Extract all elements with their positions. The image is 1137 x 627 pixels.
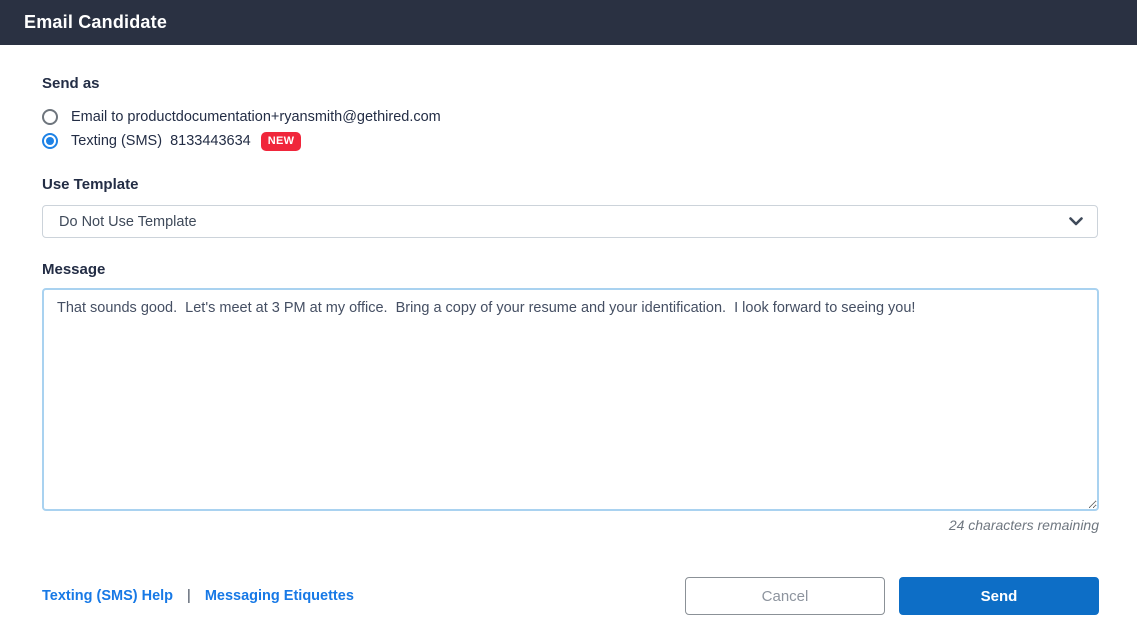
radio-option-sms[interactable]: Texting (SMS) 8133443634 NEW <box>42 129 1098 153</box>
footer-links: Texting (SMS) Help | Messaging Etiquette… <box>42 588 354 604</box>
characters-remaining: 24 characters remaining <box>42 517 1099 533</box>
message-textarea[interactable]: That sounds good. Let's meet at 3 PM at … <box>42 288 1099 511</box>
radio-option-email[interactable]: Email to productdocumentation+ryansmith@… <box>42 105 1098 129</box>
radio-selected-icon[interactable] <box>42 133 58 149</box>
radio-option-email-label: Email to productdocumentation+ryansmith@… <box>71 109 441 125</box>
messaging-etiquettes-link[interactable]: Messaging Etiquettes <box>205 588 354 604</box>
radio-unselected-icon[interactable] <box>42 109 58 125</box>
message-label: Message <box>42 261 1098 278</box>
footer-buttons: Cancel Send <box>685 577 1099 615</box>
new-badge: NEW <box>261 132 302 151</box>
send-as-label: Send as <box>42 75 1098 92</box>
chevron-down-icon <box>1069 217 1083 226</box>
template-section: Use Template Do Not Use Template <box>42 176 1098 238</box>
modal-footer: Texting (SMS) Help | Messaging Etiquette… <box>42 577 1099 615</box>
send-as-radio-group: Email to productdocumentation+ryansmith@… <box>42 105 1098 153</box>
link-separator: | <box>187 588 191 604</box>
template-select-value: Do Not Use Template <box>59 214 197 230</box>
modal-body: Send as Email to productdocumentation+ry… <box>0 45 1137 615</box>
cancel-button[interactable]: Cancel <box>685 577 885 615</box>
modal-header: Email Candidate <box>0 0 1137 45</box>
send-button[interactable]: Send <box>899 577 1099 615</box>
radio-option-sms-label: Texting (SMS) 8133443634 <box>71 133 251 149</box>
texting-sms-help-link[interactable]: Texting (SMS) Help <box>42 588 173 604</box>
template-select[interactable]: Do Not Use Template <box>42 205 1098 238</box>
modal-title: Email Candidate <box>24 12 167 33</box>
use-template-label: Use Template <box>42 176 1098 193</box>
message-section: Message That sounds good. Let's meet at … <box>42 261 1098 533</box>
